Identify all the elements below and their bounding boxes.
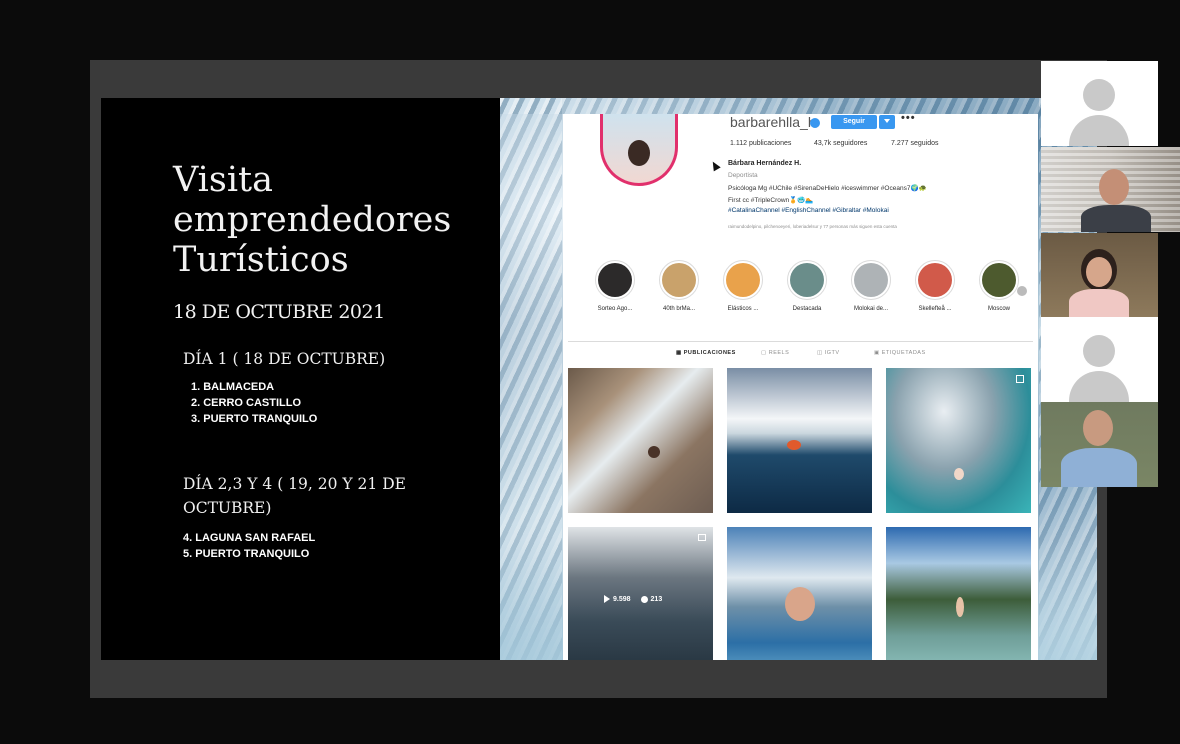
day2-place-list: 4. LAGUNA SAN RAFAEL 5. PUERTO TRANQUILO <box>183 530 315 562</box>
participant-body <box>1069 289 1129 318</box>
participant-tile-video <box>1041 147 1180 232</box>
post-thumbnail <box>727 527 872 660</box>
highlight-thumbnail <box>854 263 888 297</box>
play-icon <box>604 595 610 603</box>
highlight-thumbnail <box>726 263 760 297</box>
highlight-thumbnail <box>662 263 696 297</box>
carousel-icon <box>1016 375 1024 383</box>
profile-avatar <box>600 114 678 186</box>
highlight-thumbnail <box>598 263 632 297</box>
participant-body <box>1061 448 1137 487</box>
tab-tagged: ▣ ETIQUETADAS <box>874 350 926 356</box>
view-count: 9.598 <box>613 595 631 603</box>
tab-igtv: ◫ IGTV <box>817 350 840 356</box>
story-highlight: Molokai de... <box>841 260 901 312</box>
day1-place-list: 1. BALMACEDA 2. CERRO CASTILLO 3. PUERTO… <box>191 379 317 427</box>
tab-posts: ▦ PUBLICACIONES <box>676 350 736 356</box>
story-highlight: Skellefteå ... <box>905 260 965 312</box>
chevron-right-icon <box>1017 286 1027 296</box>
participant-tile-video <box>1041 402 1158 487</box>
posts-count: 1.112 publicaciones <box>730 140 792 147</box>
post-thumbnail <box>568 368 713 513</box>
highlight-label: Moscow <box>987 306 1010 312</box>
suggested-dropdown-button <box>879 115 895 129</box>
participant-face <box>1099 169 1129 205</box>
post-thumbnail <box>886 527 1031 660</box>
tabs-divider <box>568 341 1033 342</box>
participant-tile-no-video <box>1041 317 1158 402</box>
instagram-profile-screenshot: barbarehlla_h Seguir ••• 1.112 publicaci… <box>563 114 1038 660</box>
slide-title-line: emprendedores <box>173 200 452 240</box>
swimmer-figure <box>648 446 660 458</box>
participant-tile-no-video <box>1041 61 1158 146</box>
day1-heading: DÍA 1 ( 18 DE OCTUBRE) <box>183 350 386 368</box>
avatar-placeholder-icon <box>1083 79 1115 111</box>
bio-category: Deportista <box>728 172 758 179</box>
participant-face <box>1086 257 1112 287</box>
post-thumbnail <box>886 368 1031 513</box>
place-item: 3. PUERTO TRANQUILO <box>191 413 318 425</box>
swimmer-figure <box>954 468 964 480</box>
bio-text: Psicóloga Mg #UChile #SirenaDeHielo #ice… <box>728 185 927 192</box>
highlight-label: Molokai de... <box>853 306 889 312</box>
video-stats: 9.598 213 <box>604 595 662 603</box>
story-highlights: Sorteo Ago... 40th brMa... Elásticos ...… <box>585 260 1025 320</box>
bio-name: Bárbara Hernández H. <box>728 160 802 167</box>
more-options-icon: ••• <box>901 114 916 124</box>
highlight-thumbnail <box>918 263 952 297</box>
swimmer-figure <box>785 587 815 621</box>
profile-tabs: ▦ PUBLICACIONES ▢ REELS ◫ IGTV ▣ ETIQUET… <box>563 350 1038 362</box>
following-count: 7.277 seguidos <box>891 140 939 147</box>
story-highlight: Destacada <box>777 260 837 312</box>
participant-face <box>1083 410 1113 446</box>
highlight-thumbnail <box>982 263 1016 297</box>
glacier-background: barbarehlla_h Seguir ••• 1.112 publicaci… <box>500 98 1097 660</box>
highlight-label: 40th brMa... <box>662 306 695 312</box>
day2-heading: DÍA 2,3 Y 4 ( 19, 20 Y 21 DE OCTUBRE) <box>183 475 406 517</box>
story-highlight: Elásticos ... <box>713 260 773 312</box>
highlight-thumbnail <box>790 263 824 297</box>
bio-hashtags: #CatalinaChannel #EnglishChannel #Gibral… <box>728 207 889 214</box>
verified-badge-icon <box>810 118 820 128</box>
slide-title-line: Visita <box>173 160 273 200</box>
glacier-ice-top <box>500 98 1097 114</box>
slide-title-line: Turísticos <box>173 240 349 280</box>
tab-reels: ▢ REELS <box>761 350 790 356</box>
place-item: 1. BALMACEDA <box>191 381 275 393</box>
profile-username: barbarehlla_h <box>730 114 816 130</box>
swimmer-figure <box>787 440 801 450</box>
mouse-cursor-icon <box>709 159 721 172</box>
comment-count: 213 <box>650 595 663 603</box>
post-thumbnail <box>727 368 872 513</box>
slide-text-panel: Visita emprendedores Turísticos 18 DE OC… <box>101 98 500 660</box>
followed-by-text: raimundodelpino, pilchenoeyeri, loberiad… <box>728 224 897 229</box>
participant-body <box>1081 205 1151 232</box>
follow-button: Seguir <box>831 115 877 129</box>
story-highlight: Sorteo Ago... <box>585 260 645 312</box>
participant-tile-video <box>1041 233 1158 318</box>
highlight-label: Sorteo Ago... <box>597 306 633 312</box>
place-item: 4. LAGUNA SAN RAFAEL <box>183 532 316 544</box>
highlight-label: Skellefteå ... <box>918 306 952 312</box>
slide-title: Visita emprendedores Turísticos <box>173 160 493 280</box>
highlight-label: Destacada <box>792 306 822 312</box>
followers-count: 43,7k seguidores <box>814 140 868 147</box>
slide-date: 18 DE OCTUBRE 2021 <box>173 301 385 323</box>
place-item: 5. PUERTO TRANQUILO <box>183 548 310 560</box>
post-thumbnail-video: 9.598 213 <box>568 527 713 660</box>
comment-icon <box>640 595 648 603</box>
story-highlight: 40th brMa... <box>649 260 709 312</box>
avatar-placeholder-icon <box>1083 335 1115 367</box>
highlight-label: Elásticos ... <box>727 306 759 312</box>
video-icon <box>698 534 706 541</box>
swimmer-figure <box>956 597 964 617</box>
bio-text: First cc #TripleCrown🏅🥶🏊 <box>728 197 814 204</box>
place-item: 2. CERRO CASTILLO <box>191 397 302 409</box>
presentation-slide: Visita emprendedores Turísticos 18 DE OC… <box>101 98 1097 660</box>
